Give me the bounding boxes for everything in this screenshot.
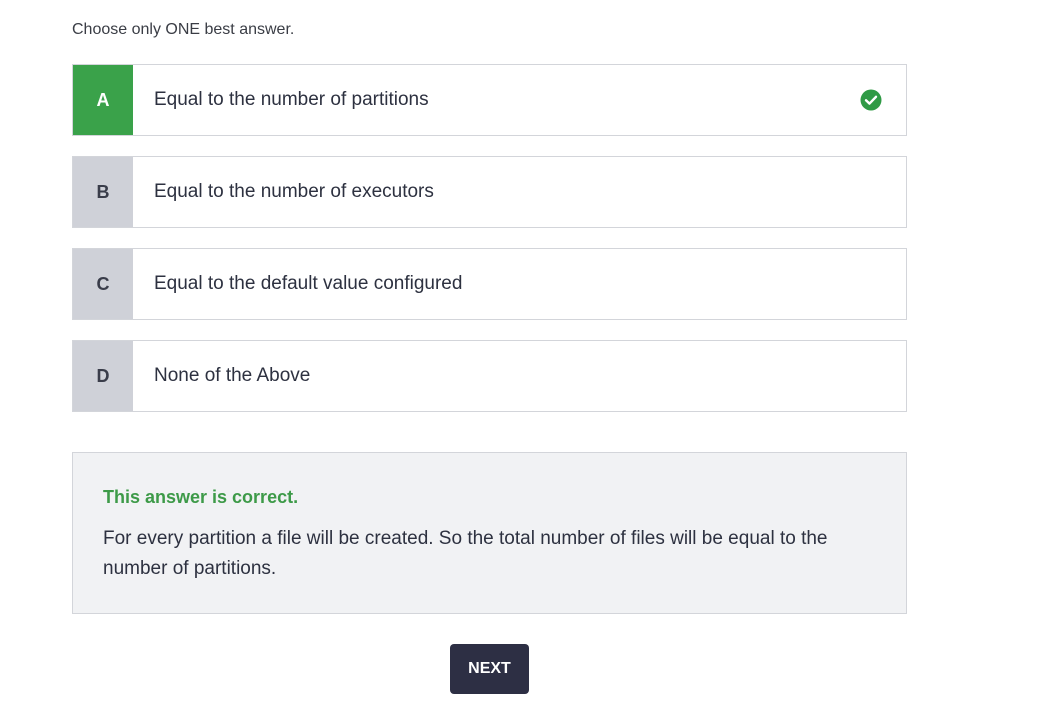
option-text: Equal to the number of partitions bbox=[154, 89, 429, 110]
answer-options: A Equal to the number of partitions B Eq… bbox=[72, 64, 907, 432]
option-text: None of the Above bbox=[154, 365, 311, 386]
option-letter: B bbox=[73, 157, 133, 227]
option-d[interactable]: D None of the Above bbox=[72, 340, 907, 412]
option-text: Equal to the number of executors bbox=[154, 181, 434, 202]
option-b[interactable]: B Equal to the number of executors bbox=[72, 156, 907, 228]
option-letter: A bbox=[73, 65, 133, 135]
check-circle-icon bbox=[860, 89, 882, 111]
option-a[interactable]: A Equal to the number of partitions bbox=[72, 64, 907, 136]
answer-feedback-panel: This answer is correct. For every partit… bbox=[72, 452, 907, 614]
option-text: Equal to the default value configured bbox=[154, 273, 463, 294]
next-button[interactable]: NEXT bbox=[450, 644, 529, 694]
instruction-text: Choose only ONE best answer. bbox=[72, 21, 295, 38]
feedback-verdict: This answer is correct. bbox=[103, 487, 299, 507]
option-c[interactable]: C Equal to the default value configured bbox=[72, 248, 907, 320]
option-letter: C bbox=[73, 249, 133, 319]
quiz-page: Choose only ONE best answer. A Equal to … bbox=[0, 0, 1052, 703]
option-letter: D bbox=[73, 341, 133, 411]
feedback-explanation: For every partition a file will be creat… bbox=[103, 528, 828, 579]
